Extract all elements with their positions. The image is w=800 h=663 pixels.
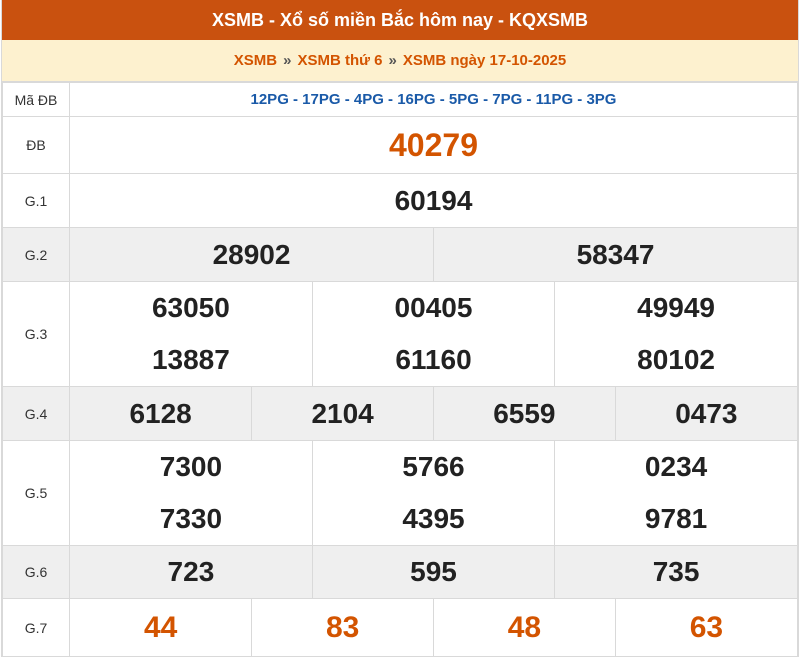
prize-number: 6128 <box>70 387 252 440</box>
row-g7: G.7 44 83 48 63 <box>2 598 798 657</box>
results-table: Mã ĐB 12PG - 17PG - 4PG - 16PG - 5PG - 7… <box>2 82 798 657</box>
prize-number: 735 <box>554 546 797 598</box>
prize-number: 44 <box>143 610 178 644</box>
prize-number: 4395 <box>311 493 555 545</box>
row-label: G.3 <box>2 281 70 387</box>
prize-number: 28902 <box>70 228 434 281</box>
prize-number: 63 <box>614 599 797 656</box>
row-g6: G.6 723 595 735 <box>2 545 798 599</box>
row-g2: G.2 28902 58347 <box>2 227 798 282</box>
prize-number: 9781 <box>554 493 797 545</box>
results-container: XSMB - Xổ số miền Bắc hôm nay - KQXSMB X… <box>1 0 799 657</box>
row-label: G.7 <box>2 598 70 657</box>
prize-number: 723 <box>70 546 313 598</box>
breadcrumb-separator: » <box>283 52 292 69</box>
prize-number: 80102 <box>554 334 797 386</box>
prize-number: 63050 <box>151 292 230 323</box>
prize-number: 40279 <box>69 116 798 174</box>
prize-number: 00405 <box>311 282 555 334</box>
page-title: XSMB - Xổ số miền Bắc hôm nay - KQXSMB <box>2 0 798 40</box>
prize-number: 48 <box>433 599 616 656</box>
row-label: G.5 <box>2 440 70 546</box>
row-label: ĐB <box>2 116 70 174</box>
prize-number: 83 <box>251 599 434 656</box>
prize-number: 58347 <box>433 228 797 281</box>
prize-number: 61160 <box>311 334 555 386</box>
breadcrumb: XSMB » XSMB thứ 6 » XSMB ngày 17-10-2025 <box>2 40 798 82</box>
breadcrumb-link-date[interactable]: XSMB ngày 17-10-2025 <box>403 52 566 69</box>
breadcrumb-separator: » <box>388 52 397 69</box>
special-codes: 12PG - 17PG - 4PG - 16PG - 5PG - 7PG - 1… <box>69 82 798 117</box>
row-db: ĐB 40279 <box>2 116 798 174</box>
prize-number: 49949 <box>554 282 797 334</box>
prize-number: 595 <box>311 546 555 598</box>
prize-number: 6559 <box>433 387 616 440</box>
row-g4: G.4 6128 2104 6559 0473 <box>2 386 798 441</box>
row-label: G.2 <box>2 227 70 282</box>
row-ma-db: Mã ĐB 12PG - 17PG - 4PG - 16PG - 5PG - 7… <box>2 82 798 117</box>
row-g5: G.5 7300 5766 0234 7330 4395 9781 <box>2 440 798 546</box>
prize-number: 60194 <box>69 173 798 228</box>
breadcrumb-link-xsmb[interactable]: XSMB <box>234 52 277 69</box>
prize-number: 5766 <box>311 441 555 493</box>
prize-number: 13887 <box>151 344 230 375</box>
prize-number: 7330 <box>159 503 223 534</box>
prize-number: 0234 <box>554 441 797 493</box>
breadcrumb-link-weekday[interactable]: XSMB thứ 6 <box>297 52 382 69</box>
prize-number: 2104 <box>251 387 434 440</box>
row-label: G.4 <box>2 386 70 441</box>
row-g1: G.1 60194 <box>2 173 798 228</box>
row-label: G.1 <box>2 173 70 228</box>
prize-number: 0473 <box>614 387 797 440</box>
prize-number: 7300 <box>159 451 223 482</box>
row-label: Mã ĐB <box>2 82 70 117</box>
row-g3: G.3 63050 00405 49949 13887 61160 80102 <box>2 281 798 387</box>
row-label: G.6 <box>2 545 70 599</box>
